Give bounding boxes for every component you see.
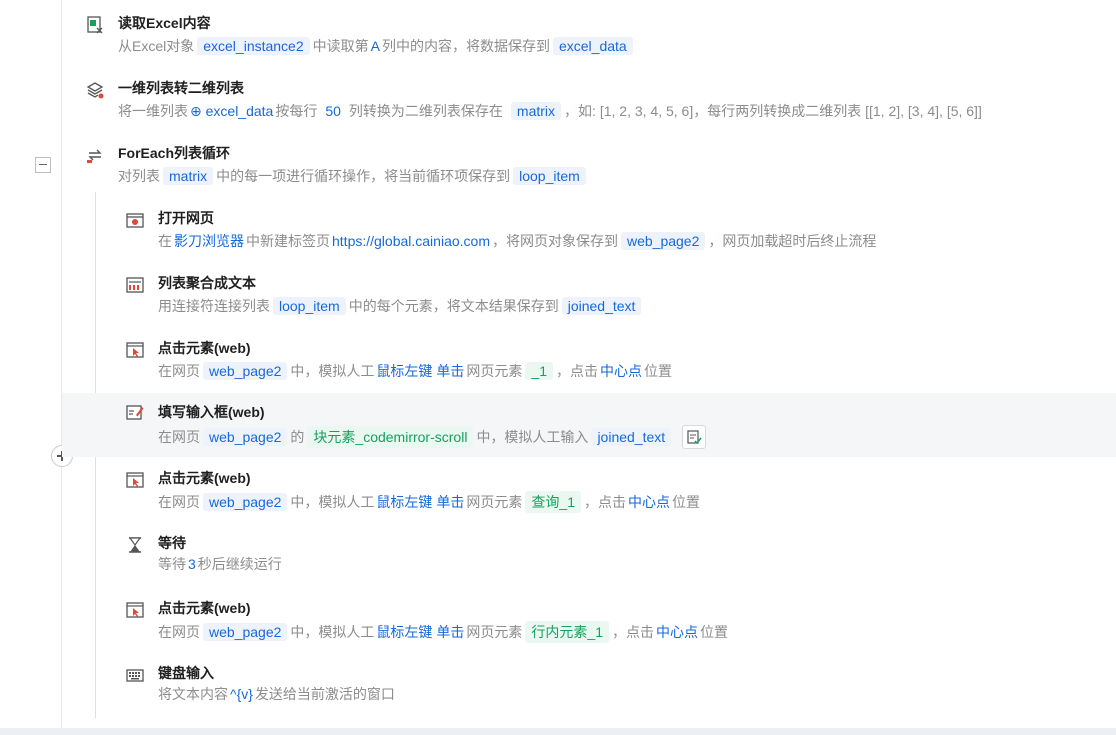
step-list-1d-to-2d[interactable]: 一维列表转二维列表 将一维列表 ⊕ excel_data 按每行 50 列转换为… bbox=[80, 75, 1116, 135]
element-chip[interactable]: _1 bbox=[525, 362, 553, 380]
step-description: 在网页 web_page2 中，模拟人工 鼠标左键 单击 网页元素 _1 ，点击… bbox=[158, 362, 672, 380]
step-title: 打开网页 bbox=[158, 210, 214, 226]
link-icon: ⊕ bbox=[190, 102, 202, 119]
step-wait[interactable]: 等待 等待 3 秒后继续运行 bbox=[120, 530, 1116, 590]
step-title: 列表聚合成文本 bbox=[158, 275, 256, 291]
loop-icon bbox=[86, 146, 104, 164]
step-description: 在网页 web_page2 中，模拟人工 鼠标左键 单击 网页元素 行内元素_1… bbox=[158, 621, 728, 643]
step-title: 等待 bbox=[158, 535, 186, 551]
step-description: 对列表 matrix 中的每一项进行循环操作，将当前循环项保存到 loop_it… bbox=[118, 166, 589, 186]
step-click-element-2[interactable]: 点击元素(web) 在网页 web_page2 中，模拟人工 鼠标左键 单击 网… bbox=[120, 465, 1116, 525]
click-element-icon bbox=[126, 601, 144, 619]
step-description: 从Excel对象 excel_instance2 中读取第 A 列中的内容，将数… bbox=[118, 36, 636, 56]
variable-chip[interactable]: web_page2 bbox=[203, 623, 288, 641]
click-element-icon bbox=[126, 341, 144, 359]
left-rail bbox=[61, 0, 62, 728]
fill-input-icon bbox=[126, 403, 144, 421]
variable-chip[interactable]: joined_text bbox=[561, 297, 642, 315]
variable-chip[interactable]: excel_data bbox=[552, 37, 633, 55]
variable-chip[interactable]: web_page2 bbox=[620, 232, 706, 250]
step-click-element-1[interactable]: 点击元素(web) 在网页 web_page2 中，模拟人工 鼠标左键 单击 网… bbox=[120, 335, 1116, 395]
browser-icon bbox=[126, 211, 144, 229]
variable-chip[interactable]: matrix bbox=[163, 167, 214, 185]
variable-chip[interactable]: loop_item bbox=[513, 167, 586, 185]
bottom-scroll-area bbox=[0, 728, 1116, 735]
variable-chip[interactable]: web_page2 bbox=[203, 428, 288, 446]
variable-chip[interactable]: matrix bbox=[510, 102, 562, 120]
step-title: ForEach列表循环 bbox=[118, 145, 231, 161]
step-description: 将文本内容 ^{v} 发送给当前激活的窗口 bbox=[158, 686, 395, 702]
element-chip[interactable]: 查询_1 bbox=[525, 491, 581, 513]
element-chip[interactable]: 行内元素_1 bbox=[525, 621, 609, 643]
step-title: 填写输入框(web) bbox=[158, 404, 265, 420]
step-description: 在网页 web_page2 的 块元素_codemirror-scroll 中，… bbox=[158, 425, 707, 449]
step-fill-input[interactable]: 填写输入框(web) 在网页 web_page2 的 块元素_codemirro… bbox=[62, 393, 1116, 457]
layers-icon bbox=[86, 81, 104, 99]
join-text-icon bbox=[126, 276, 144, 294]
step-description: 用连接符连接列表 loop_item 中的每个元素，将文本结果保存到 joine… bbox=[158, 296, 644, 316]
variable-link[interactable]: ⊕ excel_data bbox=[190, 103, 273, 120]
text-edit-icon[interactable] bbox=[682, 425, 707, 449]
step-title: 读取Excel内容 bbox=[118, 15, 211, 31]
variable-chip[interactable]: web_page2 bbox=[203, 493, 288, 511]
collapse-loop-button[interactable] bbox=[35, 157, 51, 173]
step-description: 在 影刀浏览器 中新建标签页 https://global.cainiao.co… bbox=[158, 232, 877, 250]
step-description: 在网页 web_page2 中，模拟人工 鼠标左键 单击 网页元素 查询_1 ，… bbox=[158, 491, 700, 513]
variable-chip[interactable]: web_page2 bbox=[203, 362, 288, 380]
keyboard-icon bbox=[126, 666, 144, 684]
variable-chip[interactable]: excel_instance2 bbox=[197, 37, 310, 55]
hourglass-icon bbox=[126, 536, 144, 554]
step-click-element-3[interactable]: 点击元素(web) 在网页 web_page2 中，模拟人工 鼠标左键 单击 网… bbox=[120, 595, 1116, 655]
variable-chip[interactable]: joined_text bbox=[591, 428, 672, 446]
step-description: 等待 3 秒后继续运行 bbox=[158, 556, 282, 572]
click-element-icon bbox=[126, 471, 144, 489]
step-foreach-loop[interactable]: ForEach列表循环 对列表 matrix 中的每一项进行循环操作，将当前循环… bbox=[80, 140, 1116, 200]
step-keyboard-input[interactable]: 键盘输入 将文本内容 ^{v} 发送给当前激活的窗口 bbox=[120, 660, 1116, 720]
element-chip[interactable]: 块元素_codemirror-scroll bbox=[307, 426, 474, 448]
step-read-excel[interactable]: 读取Excel内容 从Excel对象 excel_instance2 中读取第 … bbox=[80, 10, 1116, 70]
step-title: 键盘输入 bbox=[158, 665, 214, 681]
step-title: 点击元素(web) bbox=[158, 470, 251, 486]
url-text: https://global.cainiao.com bbox=[332, 233, 490, 249]
step-title: 点击元素(web) bbox=[158, 340, 251, 356]
variable-chip[interactable]: loop_item bbox=[273, 297, 346, 315]
excel-read-icon bbox=[86, 16, 104, 34]
step-description: 将一维列表 ⊕ excel_data 按每行 50 列转换为二维列表保存在 ma… bbox=[118, 102, 982, 120]
step-list-join-text[interactable]: 列表聚合成文本 用连接符连接列表 loop_item 中的每个元素，将文本结果保… bbox=[120, 270, 1116, 330]
step-title: 一维列表转二维列表 bbox=[118, 80, 244, 96]
step-title: 点击元素(web) bbox=[158, 600, 251, 616]
step-open-webpage[interactable]: 打开网页 在 影刀浏览器 中新建标签页 https://global.caini… bbox=[120, 205, 1116, 265]
